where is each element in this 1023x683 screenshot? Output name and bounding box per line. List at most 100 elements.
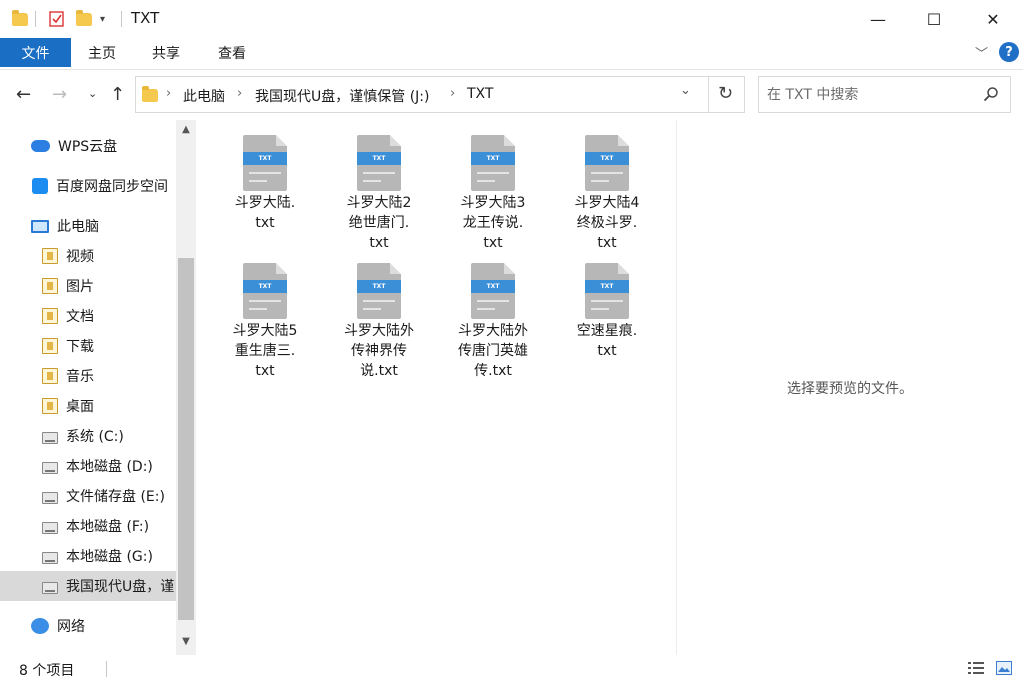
file-name-line: 传.txt: [474, 363, 512, 379]
txt-file-icon: TXT: [585, 135, 629, 191]
file-item[interactable]: TXT 斗罗大陆5 重生唐三. txt: [210, 263, 320, 381]
file-name-line: 终极斗罗.: [576, 215, 638, 231]
sidebar-scrollbar[interactable]: ▲ ▼: [176, 120, 196, 655]
breadcrumb-separator-icon[interactable]: ›: [450, 86, 455, 101]
details-view-icon[interactable]: [968, 661, 984, 675]
window-title: TXT: [131, 9, 160, 27]
customize-toolbar-icon[interactable]: ▾: [100, 8, 105, 30]
sidebar-item-downloads[interactable]: 下载: [0, 331, 176, 361]
sidebar-item-usb-drive-j[interactable]: 我国现代U盘，谨: [0, 571, 176, 601]
txt-file-icon: TXT: [585, 263, 629, 319]
sidebar-item-label: 本地磁盘 (F:): [66, 519, 150, 535]
up-arrow-icon[interactable]: ↑: [110, 84, 125, 105]
system-drive-icon: [42, 432, 58, 444]
sidebar-item-drive-e[interactable]: 文件储存盘 (E:): [0, 481, 176, 511]
address-bar[interactable]: › 此电脑 › 我国现代U盘，谨慎保管 (J:) › TXT ⌄ ↻: [135, 76, 745, 113]
sidebar-item-label: 网络: [57, 619, 85, 635]
back-arrow-icon[interactable]: ←: [16, 84, 31, 105]
sidebar-item-label: WPS云盘: [58, 139, 118, 155]
file-name-line: txt: [255, 215, 275, 231]
search-input[interactable]: [767, 84, 977, 106]
videos-library-icon: [42, 248, 58, 264]
file-name-line: 传唐门英雄: [458, 343, 528, 359]
file-item[interactable]: TXT 空速星痕. txt: [552, 263, 662, 361]
navigation-pane: WPS云盘 百度网盘同步空间 此电脑 视频 图片 文档 下载 音乐 桌面 系统 …: [0, 120, 196, 655]
usb-drive-icon: [42, 582, 58, 594]
sidebar-item-drive-f[interactable]: 本地磁盘 (F:): [0, 511, 176, 541]
scroll-down-arrow-icon[interactable]: ▼: [176, 636, 196, 647]
breadcrumb-usb-drive[interactable]: 我国现代U盘，谨慎保管 (J:): [255, 86, 429, 106]
new-folder-icon[interactable]: [76, 8, 92, 30]
file-name-line: txt: [255, 363, 275, 379]
breadcrumb-separator-icon[interactable]: ›: [166, 86, 171, 101]
txt-file-icon: TXT: [357, 263, 401, 319]
sidebar-item-drive-d[interactable]: 本地磁盘 (D:): [0, 451, 176, 481]
properties-icon[interactable]: [48, 8, 66, 30]
scroll-up-arrow-icon[interactable]: ▲: [176, 124, 196, 135]
file-item[interactable]: TXT 斗罗大陆外 传神界传 说.txt: [324, 263, 434, 381]
sidebar-item-label: 下载: [66, 339, 94, 355]
item-count: 8 个项目: [19, 663, 75, 679]
sidebar-item-network[interactable]: 网络: [0, 611, 176, 641]
breadcrumb-txt[interactable]: TXT: [467, 86, 493, 102]
sidebar-item-drive-c[interactable]: 系统 (C:): [0, 421, 176, 451]
sidebar-item-wps-cloud[interactable]: WPS云盘: [0, 131, 176, 161]
file-name-line: 斗罗大陆外: [344, 323, 414, 339]
sidebar-item-label: 桌面: [66, 399, 94, 415]
search-icon[interactable]: [983, 86, 999, 102]
music-library-icon: [42, 368, 58, 384]
large-icons-view-icon[interactable]: [996, 661, 1012, 675]
sidebar-item-music[interactable]: 音乐: [0, 361, 176, 391]
refresh-icon[interactable]: ↻: [718, 83, 733, 104]
sidebar-item-label: 文件储存盘 (E:): [66, 489, 165, 505]
file-name-line: 斗罗大陆3: [460, 195, 526, 211]
sidebar-item-documents[interactable]: 文档: [0, 301, 176, 331]
file-name-line: txt: [483, 235, 503, 251]
file-name-line: 说.txt: [360, 363, 398, 379]
recent-locations-chevron-icon[interactable]: ⌄: [88, 87, 97, 100]
address-dropdown-chevron-icon[interactable]: ⌄: [680, 83, 691, 98]
scrollbar-thumb[interactable]: [178, 258, 194, 620]
file-name-line: 龙王传说.: [462, 215, 524, 231]
breadcrumb-separator-icon[interactable]: ›: [237, 86, 242, 101]
sidebar-item-this-pc[interactable]: 此电脑: [0, 211, 176, 241]
file-item[interactable]: TXT 斗罗大陆4 终极斗罗. txt: [552, 135, 662, 253]
search-box[interactable]: [758, 76, 1011, 113]
sidebar-item-desktop[interactable]: 桌面: [0, 391, 176, 421]
sidebar-item-pictures[interactable]: 图片: [0, 271, 176, 301]
txt-file-icon: TXT: [471, 135, 515, 191]
sidebar-item-videos[interactable]: 视频: [0, 241, 176, 271]
sidebar-item-label: 本地磁盘 (D:): [66, 459, 153, 475]
sidebar-item-label: 文档: [66, 309, 94, 325]
drive-icon: [42, 492, 58, 504]
documents-library-icon: [42, 308, 58, 324]
address-folder-icon: [142, 86, 158, 102]
maximize-button[interactable]: ☐: [905, 0, 963, 38]
file-item[interactable]: TXT 斗罗大陆外 传唐门英雄 传.txt: [438, 263, 548, 381]
minimize-button[interactable]: —: [849, 0, 907, 38]
sidebar-item-label: 本地磁盘 (G:): [66, 549, 153, 565]
breadcrumb-this-pc[interactable]: 此电脑: [183, 86, 225, 106]
expand-ribbon-chevron-icon[interactable]: ﹀: [975, 43, 988, 62]
file-name-line: 斗罗大陆2: [346, 195, 412, 211]
help-button[interactable]: ?: [999, 42, 1019, 62]
file-item[interactable]: TXT 斗罗大陆. txt: [210, 135, 320, 233]
tab-file[interactable]: 文件: [0, 38, 71, 67]
forward-arrow-icon[interactable]: →: [52, 84, 67, 105]
downloads-library-icon: [42, 338, 58, 354]
sidebar-item-label: 图片: [66, 279, 94, 295]
sidebar-item-label: 视频: [66, 249, 94, 265]
sidebar-item-baidu-netdisk[interactable]: 百度网盘同步空间: [0, 171, 176, 201]
file-name-line: 斗罗大陆外: [458, 323, 528, 339]
txt-file-icon: TXT: [471, 263, 515, 319]
sidebar-item-drive-g[interactable]: 本地磁盘 (G:): [0, 541, 176, 571]
file-item[interactable]: TXT 斗罗大陆3 龙王传说. txt: [438, 135, 548, 253]
baidu-netdisk-icon: [32, 178, 48, 194]
file-name-line: 斗罗大陆4: [574, 195, 640, 211]
tab-home[interactable]: 主页: [88, 38, 116, 67]
tab-view[interactable]: 查看: [218, 38, 246, 67]
tab-share[interactable]: 共享: [152, 38, 180, 67]
close-button[interactable]: ✕: [964, 0, 1022, 38]
file-name-line: txt: [369, 235, 389, 251]
file-item[interactable]: TXT 斗罗大陆2 绝世唐门. txt: [324, 135, 434, 253]
